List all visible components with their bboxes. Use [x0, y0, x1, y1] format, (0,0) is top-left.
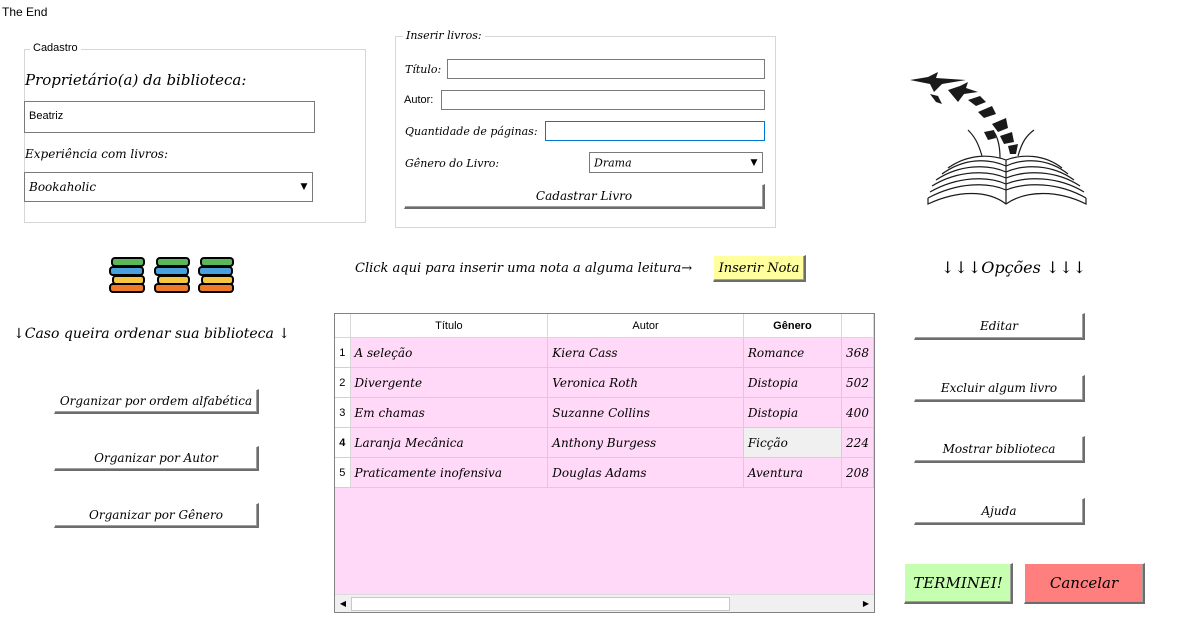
horizontal-scrollbar[interactable]: ◀ ▶	[335, 594, 874, 612]
cell-title[interactable]: Em chamas	[350, 397, 549, 428]
insert-legend: Inserir livros:	[403, 29, 485, 42]
delete-book-button[interactable]: Excluir algum livro	[914, 375, 1085, 402]
header-author[interactable]: Autor	[547, 314, 744, 338]
header-genre[interactable]: Gênero	[743, 314, 843, 338]
chevron-down-icon[interactable]: ▼	[747, 154, 761, 171]
author-input[interactable]	[441, 90, 765, 110]
row-header-corner	[335, 314, 351, 338]
author-label: Autor:	[404, 94, 434, 106]
sort-alphabetical-button[interactable]: Organizar por ordem alfabética	[54, 389, 259, 414]
books-stack-icon	[108, 257, 148, 293]
cell-pages[interactable]: 368	[841, 337, 874, 368]
cell-author[interactable]: Anthony Burgess	[547, 427, 744, 458]
row-number: 5	[335, 457, 351, 488]
experience-label: Experiência com livros:	[25, 147, 168, 161]
cell-title[interactable]: A seleção	[350, 337, 549, 368]
insert-note-button[interactable]: Inserir Nota	[713, 255, 806, 282]
note-prompt: Click aqui para inserir uma nota a algum…	[355, 261, 693, 276]
sort-heading: ↓Caso queira ordenar sua biblioteca ↓	[13, 326, 291, 342]
table-row[interactable]: 2 Divergente Veronica Roth Distopia 502	[335, 367, 874, 398]
title-input[interactable]	[447, 59, 765, 79]
row-number: 1	[335, 337, 351, 368]
library-table-grid: Título Autor Gênero 1 A seleção Kiera Ca…	[335, 314, 874, 488]
title-label: Título:	[405, 63, 442, 76]
cell-genre[interactable]: Romance	[743, 337, 843, 368]
cell-genre-selected[interactable]: Ficção	[743, 427, 843, 458]
table-row[interactable]: 4 Laranja Mecânica Anthony Burgess Ficçã…	[335, 427, 874, 458]
register-book-button[interactable]: Cadastrar Livro	[404, 184, 765, 209]
cell-title[interactable]: Praticamente inofensiva	[350, 457, 549, 488]
header-pages[interactable]	[841, 314, 874, 338]
sort-genre-button[interactable]: Organizar por Gênero	[54, 503, 259, 528]
help-button[interactable]: Ajuda	[914, 498, 1085, 525]
cell-pages[interactable]: 502	[841, 367, 874, 398]
sort-author-button[interactable]: Organizar por Autor	[54, 446, 259, 471]
cell-pages[interactable]: 224	[841, 427, 874, 458]
edit-button[interactable]: Editar	[914, 313, 1085, 340]
scrollbar-thumb[interactable]	[351, 597, 730, 611]
experience-select[interactable]: Bookaholic ▼	[24, 172, 313, 202]
cell-author[interactable]: Douglas Adams	[547, 457, 744, 488]
window-title: The End	[2, 5, 48, 19]
chevron-down-icon[interactable]: ▼	[297, 174, 311, 200]
cell-genre[interactable]: Distopia	[743, 367, 843, 398]
row-number: 3	[335, 397, 351, 428]
cell-title[interactable]: Divergente	[350, 367, 549, 398]
show-library-button[interactable]: Mostrar biblioteca	[914, 436, 1085, 463]
arrow-left-icon[interactable]: ◀	[335, 595, 351, 612]
books-stack-icon	[197, 257, 237, 293]
cancel-button[interactable]: Cancelar	[1024, 563, 1145, 604]
arrow-right-icon[interactable]: ▶	[858, 595, 874, 612]
cell-author[interactable]: Veronica Roth	[547, 367, 744, 398]
table-row[interactable]: 5 Praticamente inofensiva Douglas Adams …	[335, 457, 874, 488]
header-title[interactable]: Título	[350, 314, 549, 338]
cell-genre[interactable]: Aventura	[743, 457, 843, 488]
cell-pages[interactable]: 400	[841, 397, 874, 428]
cell-author[interactable]: Suzanne Collins	[547, 397, 744, 428]
finish-button[interactable]: TERMINEI!	[904, 563, 1013, 604]
books-stack-icon	[153, 257, 193, 293]
library-table[interactable]: Título Autor Gênero 1 A seleção Kiera Ca…	[334, 313, 875, 613]
owner-field[interactable]: Beatriz	[24, 101, 315, 133]
genre-select[interactable]: Drama ▼	[589, 152, 763, 173]
experience-value: Bookaholic	[29, 180, 97, 194]
cell-author[interactable]: Kiera Cass	[547, 337, 744, 368]
genre-value: Drama	[594, 156, 632, 169]
table-row[interactable]: 3 Em chamas Suzanne Collins Distopia 400	[335, 397, 874, 428]
genre-label: Gênero do Livro:	[405, 157, 500, 170]
owner-label: Proprietário(a) da biblioteca:	[25, 71, 247, 89]
row-number: 2	[335, 367, 351, 398]
cell-pages[interactable]: 208	[841, 457, 874, 488]
options-heading: ↓↓↓Opções ↓↓↓	[941, 258, 1087, 277]
pages-label: Quantidade de páginas:	[405, 125, 538, 138]
pages-input[interactable]	[545, 121, 765, 141]
cell-title[interactable]: Laranja Mecânica	[350, 427, 549, 458]
open-book-birds-icon	[908, 72, 1090, 208]
table-header-row: Título Autor Gênero	[335, 314, 874, 338]
cell-genre[interactable]: Distopia	[743, 397, 843, 428]
table-row[interactable]: 1 A seleção Kiera Cass Romance 368	[335, 337, 874, 368]
row-number: 4	[335, 427, 351, 458]
cadastro-legend: Cadastro	[30, 42, 81, 54]
